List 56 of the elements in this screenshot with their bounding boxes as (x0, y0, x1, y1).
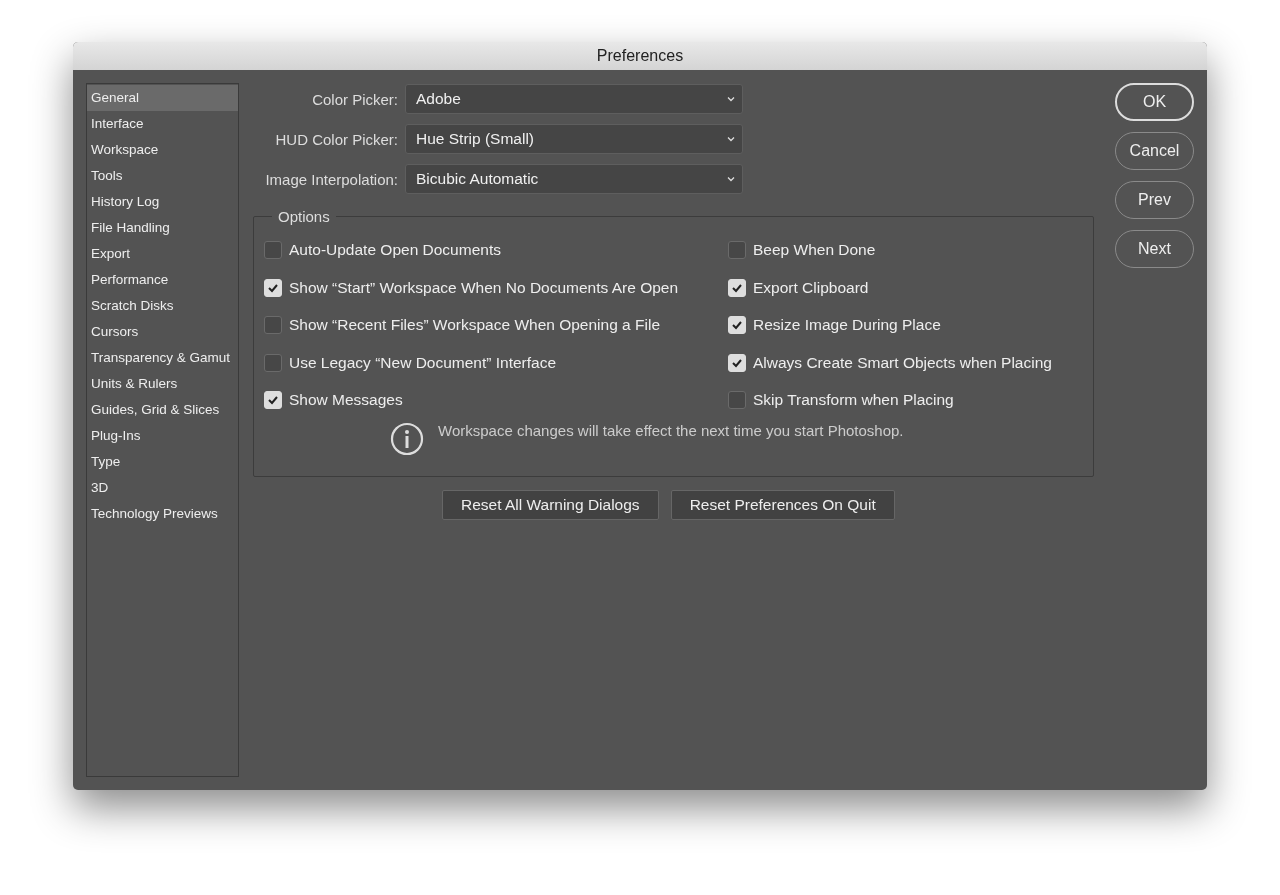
reset-button[interactable]: Reset Preferences On Quit (670, 490, 895, 520)
dialog-button[interactable]: Prev (1115, 181, 1194, 219)
checkbox-label: Show Messages (289, 391, 403, 409)
checkmark-icon (267, 282, 279, 293)
reset-button[interactable]: Reset All Warning Dialogs (442, 490, 659, 520)
checkmark-icon (731, 357, 743, 368)
checkbox[interactable] (264, 241, 282, 259)
checkbox-label: Export Clipboard (753, 278, 869, 297)
checkmark-icon (731, 320, 743, 330)
dialog-button[interactable]: Cancel (1115, 132, 1194, 170)
sidebar-item[interactable]: Tools (87, 163, 238, 189)
sidebar-item[interactable]: Technology Previews (87, 501, 238, 527)
sidebar-item[interactable]: Workspace (87, 137, 238, 163)
sidebar-item[interactable]: General (87, 85, 238, 111)
info-message: Workspace changes will take effect the next time you start Photoshop. (438, 422, 904, 439)
sidebar-item[interactable]: File Handling (87, 215, 238, 241)
sidebar-item[interactable]: Cursors (87, 319, 238, 345)
dropdown[interactable]: Adobe (405, 84, 743, 114)
checkbox-label: Use Legacy “New Document” Interface (289, 353, 557, 372)
checkbox[interactable] (728, 391, 746, 409)
sidebar-item[interactable]: Guides, Grid & Slices (87, 397, 238, 423)
sidebar-item[interactable]: Performance (87, 267, 238, 293)
sidebar-item[interactable]: History Log (87, 189, 238, 215)
checkbox[interactable] (728, 241, 746, 259)
checkbox-label: Show “Recent Files” Workspace When Opening a File (289, 316, 660, 334)
checkbox-label: Always Create Smart Objects when Placing (753, 353, 1052, 372)
sidebar-item[interactable]: Transparency & Gamut (87, 345, 238, 371)
field-label: HUD Color Picker: (274, 130, 398, 148)
info-icon (390, 422, 424, 456)
sidebar-item[interactable]: Units & Rulers (87, 371, 238, 397)
dropdown[interactable]: Bicubic Automatic (405, 164, 743, 194)
checkbox-label: Beep When Done (753, 241, 876, 259)
field-label: Color Picker: (311, 90, 398, 108)
group-title: Options (272, 208, 336, 225)
checkmark-icon (731, 282, 743, 293)
sidebar-item[interactable]: Type (87, 449, 238, 475)
sidebar-item[interactable]: Plug-Ins (87, 423, 238, 449)
dropdown[interactable]: Hue Strip (Small) (405, 124, 743, 154)
sidebar-item[interactable]: 3D (87, 475, 238, 501)
checkbox-label: Auto-Update Open Documents (289, 241, 501, 259)
sidebar-item[interactable]: Interface (87, 111, 238, 137)
checkmark-icon (267, 395, 279, 405)
checkbox-label: Show “Start” Workspace When No Documents Are Open (289, 278, 679, 297)
dialog-button[interactable]: Next (1115, 230, 1194, 268)
checkbox-label: Skip Transform when Placing (753, 391, 954, 409)
checkbox-label: Resize Image During Place (753, 316, 941, 334)
dialog-button[interactable]: OK (1115, 83, 1194, 121)
window-title: Preferences (596, 47, 684, 65)
sidebar-item[interactable]: Scratch Disks (87, 293, 238, 319)
sidebar-item[interactable]: Export (87, 241, 238, 267)
chevron-icon (727, 176, 735, 182)
checkbox[interactable] (264, 316, 282, 334)
field-label: Image Interpolation: (264, 170, 398, 188)
chevron-icon (727, 136, 735, 142)
checkbox[interactable] (264, 353, 282, 372)
chevron-icon (727, 96, 735, 102)
